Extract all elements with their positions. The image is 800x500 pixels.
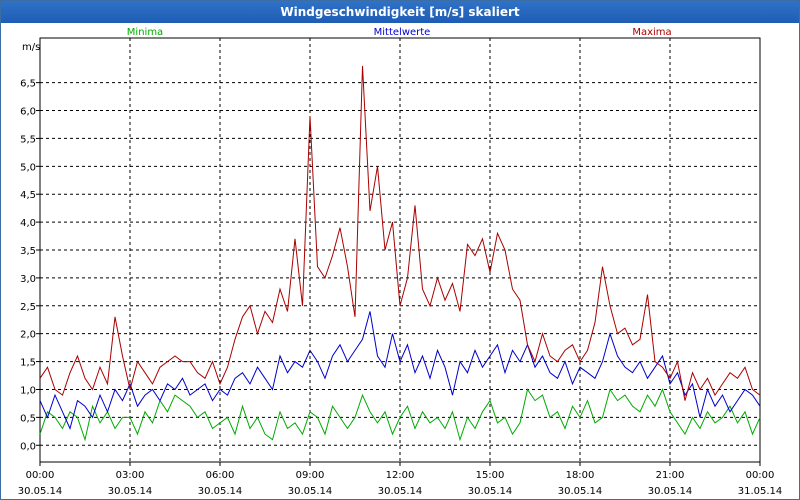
y-axis-label: m/s: [22, 42, 40, 53]
x-tick-time: 00:00: [746, 470, 775, 481]
chart-canvas: 0,0 0,5 1,0 1,5 2,0 2,5 3,0 3,5 4,0 4,5 5,0 5,5 6,0 6…: [18, 27, 783, 497]
x-tick-time: 00:00: [26, 470, 55, 481]
y-tick-label: 2,0: [20, 330, 36, 341]
x-tick-time: 03:00: [116, 470, 145, 481]
legend-entry-maxima: Maxima: [632, 27, 671, 38]
x-tick-date: 30.05.14: [18, 486, 63, 497]
y-tick-label: 4,5: [20, 190, 36, 201]
y-tick-label: 3,5: [20, 246, 36, 257]
x-tick-date: 30.05.14: [648, 486, 693, 497]
x-tick-time: 18:00: [566, 470, 595, 481]
x-tick-date: 30.05.14: [468, 486, 513, 497]
y-tick-label: 1,0: [20, 385, 36, 396]
x-tick-date: 30.05.14: [108, 486, 153, 497]
x-tick-date: 30.05.14: [378, 486, 423, 497]
x-tick-time: 09:00: [296, 470, 325, 481]
y-tick-label: 0,5: [20, 413, 36, 424]
x-tick-time: 12:00: [386, 470, 415, 481]
y-tick-label: 4,0: [20, 218, 36, 229]
x-tick-date: 30.05.14: [198, 486, 243, 497]
x-tick-time: 06:00: [206, 470, 235, 481]
x-axis-ticks: 00:00 30.05.14 03:00 30.05.14 06:00 30.05.14 0…: [18, 462, 783, 497]
y-tick-label: 0,0: [20, 441, 36, 452]
x-tick-date: 30.05.14: [558, 486, 603, 497]
legend-entry-mittelwerte: Mittelwerte: [374, 27, 431, 38]
x-tick-date: 30.05.14: [288, 486, 333, 497]
y-tick-label: 2,5: [20, 302, 36, 313]
y-tick-label: 5,0: [20, 162, 36, 173]
y-tick-label: 5,5: [20, 134, 36, 145]
y-axis-ticks: 0,0 0,5 1,0 1,5 2,0 2,5 3,0 3,5 4,0 4,5 5,0 5,5 6,0 6…: [20, 79, 40, 452]
y-tick-label: 6,0: [20, 107, 36, 118]
x-tick-time: 15:00: [476, 470, 505, 481]
y-tick-label: 6,5: [20, 79, 36, 90]
y-tick-label: 1,5: [20, 358, 36, 369]
x-tick-date: 31.05.14: [738, 486, 783, 497]
x-tick-time: 21:00: [656, 470, 685, 481]
y-tick-label: 3,0: [20, 274, 36, 285]
legend-entry-minima: Minima: [127, 27, 163, 38]
